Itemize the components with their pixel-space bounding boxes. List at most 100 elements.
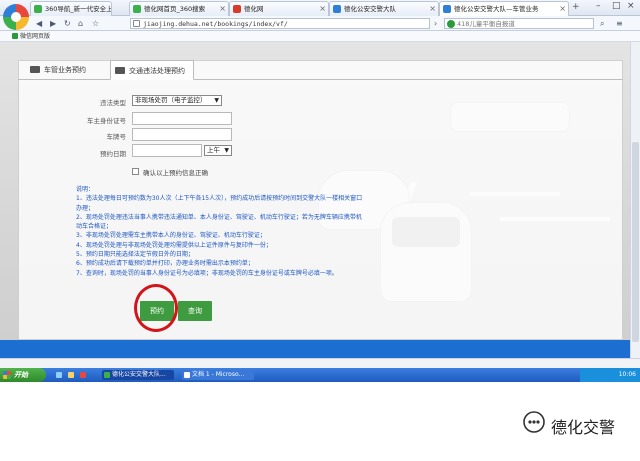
dropdown-arrow-icon: ▼ — [214, 97, 219, 104]
plate-number-input[interactable] — [132, 128, 232, 141]
go-icon[interactable]: › — [434, 17, 437, 30]
windows-taskbar: 开始 德化公安交警大队... 文档 1 - Microso... 10:06 — [0, 368, 640, 382]
query-button[interactable]: 查询 — [178, 301, 212, 321]
forward-icon[interactable]: ▶ — [50, 17, 56, 30]
folder-icon — [68, 372, 74, 378]
quicklaunch-folder-icon[interactable] — [66, 370, 76, 380]
dropdown-arrow-icon: ▼ — [224, 147, 229, 154]
note-line: 5、预约日期只能选择法定节假日外的日期； — [76, 251, 194, 259]
select-value: 非现场处罚（电子监控） — [135, 96, 207, 104]
car-icon — [115, 67, 125, 74]
id-number-input[interactable] — [132, 112, 232, 125]
taskbar-item-browser[interactable]: 德化公安交警大队... — [102, 370, 174, 380]
close-icon[interactable]: × — [559, 2, 566, 16]
wechat-watermark: 德化交警 — [521, 409, 640, 439]
instructions-text: 说明： 1、违法处理每日可预约数为30人次（上下午各15人次），预约成功后请按预… — [76, 185, 366, 278]
page-footer-bar — [0, 340, 630, 358]
tab-favicon — [443, 5, 451, 13]
bookmarks-bar: 微信网页版 — [0, 31, 640, 42]
browser-icon — [104, 372, 110, 378]
close-icon[interactable]: × — [219, 2, 226, 16]
start-button[interactable]: 开始 — [0, 368, 46, 382]
vertical-scrollbar[interactable] — [630, 42, 640, 358]
search-box[interactable]: 418儿童平衡自报道 — [444, 18, 594, 29]
word-icon — [184, 372, 190, 378]
tab-traffic-police[interactable]: 德化公安交警大队 × — [329, 1, 439, 16]
confirm-label: 确认以上预约信息正确 — [143, 169, 208, 177]
refresh-icon[interactable]: ↻ — [64, 17, 71, 30]
taskbar-item-label: 德化公安交警大队... — [112, 371, 166, 378]
maximize-icon[interactable]: □ — [612, 0, 621, 12]
close-icon[interactable]: × — [429, 2, 436, 16]
taskbar-item-word[interactable]: 文档 1 - Microso... — [182, 370, 254, 380]
address-bar[interactable]: jiaojing.dehua.net/bookings/index/vf/ — [130, 18, 430, 29]
new-tab-icon[interactable]: + — [572, 1, 580, 14]
booking-date-label: 预约日期 — [100, 150, 126, 158]
search-icon[interactable]: ⌕ — [600, 17, 604, 30]
bookmark-wechat[interactable]: 微信网页版 — [12, 31, 50, 42]
wechat-official-icon — [523, 411, 545, 433]
star-icon[interactable]: ☆ — [92, 17, 99, 30]
browser-tabbar: 360导航_新一代安全上网导航 德化网首页_360搜索 × 德化网 × 德化公安… — [0, 0, 640, 16]
tab-vehicle-business[interactable]: 车管业务预约 — [26, 60, 94, 80]
wechat-icon — [12, 33, 18, 39]
tab-label: 交通违法处理预约 — [129, 67, 185, 75]
tab-label: 360导航_新一代安全上网导航 — [45, 5, 111, 13]
note-line: 7、查询时，现场处罚的当事人身份证号为必填项；非现场处罚的车主身份证号或车牌号必… — [76, 269, 338, 277]
tab-label: 德化网 — [244, 5, 264, 13]
tab-dehua-net[interactable]: 德化网 × — [229, 1, 329, 16]
media-icon — [80, 372, 86, 378]
back-icon[interactable]: ◀ — [36, 17, 42, 30]
tab-favicon — [333, 5, 341, 13]
note-line: 3、非现场处罚处理需车主携带本人的身份证、驾驶证、机动车行驶证； — [76, 232, 266, 240]
windows-logo-icon — [3, 371, 11, 379]
plate-number-label: 车牌号 — [106, 133, 127, 141]
tab-label: 德化网首页_360搜索 — [144, 5, 206, 13]
quicklaunch-media-icon[interactable] — [78, 370, 88, 380]
ie-icon — [56, 372, 62, 378]
violation-type-label: 违法类型 — [100, 99, 126, 107]
search-engine-icon — [447, 20, 455, 28]
quicklaunch-ie-icon[interactable] — [54, 370, 64, 380]
home-icon[interactable]: ⌂ — [78, 17, 83, 30]
search-placeholder: 418儿童平衡自报道 — [457, 20, 515, 28]
tab-favicon — [233, 5, 241, 13]
browser-navbar: ◀ ▶ ↻ ⌂ ☆ jiaojing.dehua.net/bookings/in… — [0, 16, 640, 31]
minimize-icon[interactable]: – — [596, 0, 601, 12]
tab-label: 德化公安交警大队—车管业务 — [454, 5, 539, 13]
taskbar-item-label: 文档 1 - Microso... — [192, 371, 245, 378]
scrollbar-thumb[interactable] — [632, 142, 639, 342]
tab-label: 德化公安交警大队 — [344, 5, 396, 13]
period-select[interactable]: 上午 ▼ — [204, 145, 232, 156]
violation-type-select[interactable]: 非现场处罚（电子监控） ▼ — [132, 95, 222, 106]
tab-favicon — [133, 5, 141, 13]
booking-date-input[interactable] — [132, 144, 202, 157]
menu-icon[interactable]: ≡ — [616, 17, 623, 30]
start-label: 开始 — [14, 371, 28, 379]
bookmark-label: 微信网页版 — [20, 33, 51, 40]
highlight-circle — [134, 284, 178, 332]
browser-statusbar — [0, 358, 640, 368]
tab-active-booking[interactable]: 德化公安交警大队—车管业务 × — [439, 1, 569, 16]
watermark-text: 德化交警 — [551, 418, 616, 437]
tab-360-nav[interactable]: 360导航_新一代安全上网导航 — [30, 1, 112, 16]
page-icon — [133, 20, 140, 27]
tab-favicon — [34, 5, 42, 13]
booking-tabs: 车管业务预约 交通违法处理预约 — [18, 60, 623, 80]
360-browser-logo-icon[interactable] — [3, 4, 29, 30]
tab-label: 车管业务预约 — [44, 66, 86, 74]
page-content: 车管业务预约 交通违法处理预约 违法类型 非现场处罚（电子监控） ▼ 车主身份证… — [0, 42, 630, 340]
note-line: 说明： — [76, 186, 95, 193]
close-window-icon[interactable]: × — [627, 0, 635, 12]
tab-360-search[interactable]: 德化网首页_360搜索 × — [129, 1, 229, 16]
note-line: 2、现场处罚处理违法当事人携带违法通知单、本人身份证、驾驶证、机动车行驶证；若为… — [76, 213, 362, 231]
clock[interactable]: 10:06 — [619, 371, 636, 378]
confirm-checkbox[interactable] — [132, 168, 139, 175]
tab-violation-booking[interactable]: 交通违法处理预约 — [110, 60, 194, 80]
select-value: 上午 — [207, 146, 220, 154]
screenshot-root: 360导航_新一代安全上网导航 德化网首页_360搜索 × 德化网 × 德化公安… — [0, 0, 640, 461]
address-text: jiaojing.dehua.net/bookings/index/vf/ — [143, 20, 288, 28]
truck-icon — [30, 66, 40, 73]
id-number-label: 车主身份证号 — [87, 117, 126, 125]
close-icon[interactable]: × — [319, 2, 326, 16]
